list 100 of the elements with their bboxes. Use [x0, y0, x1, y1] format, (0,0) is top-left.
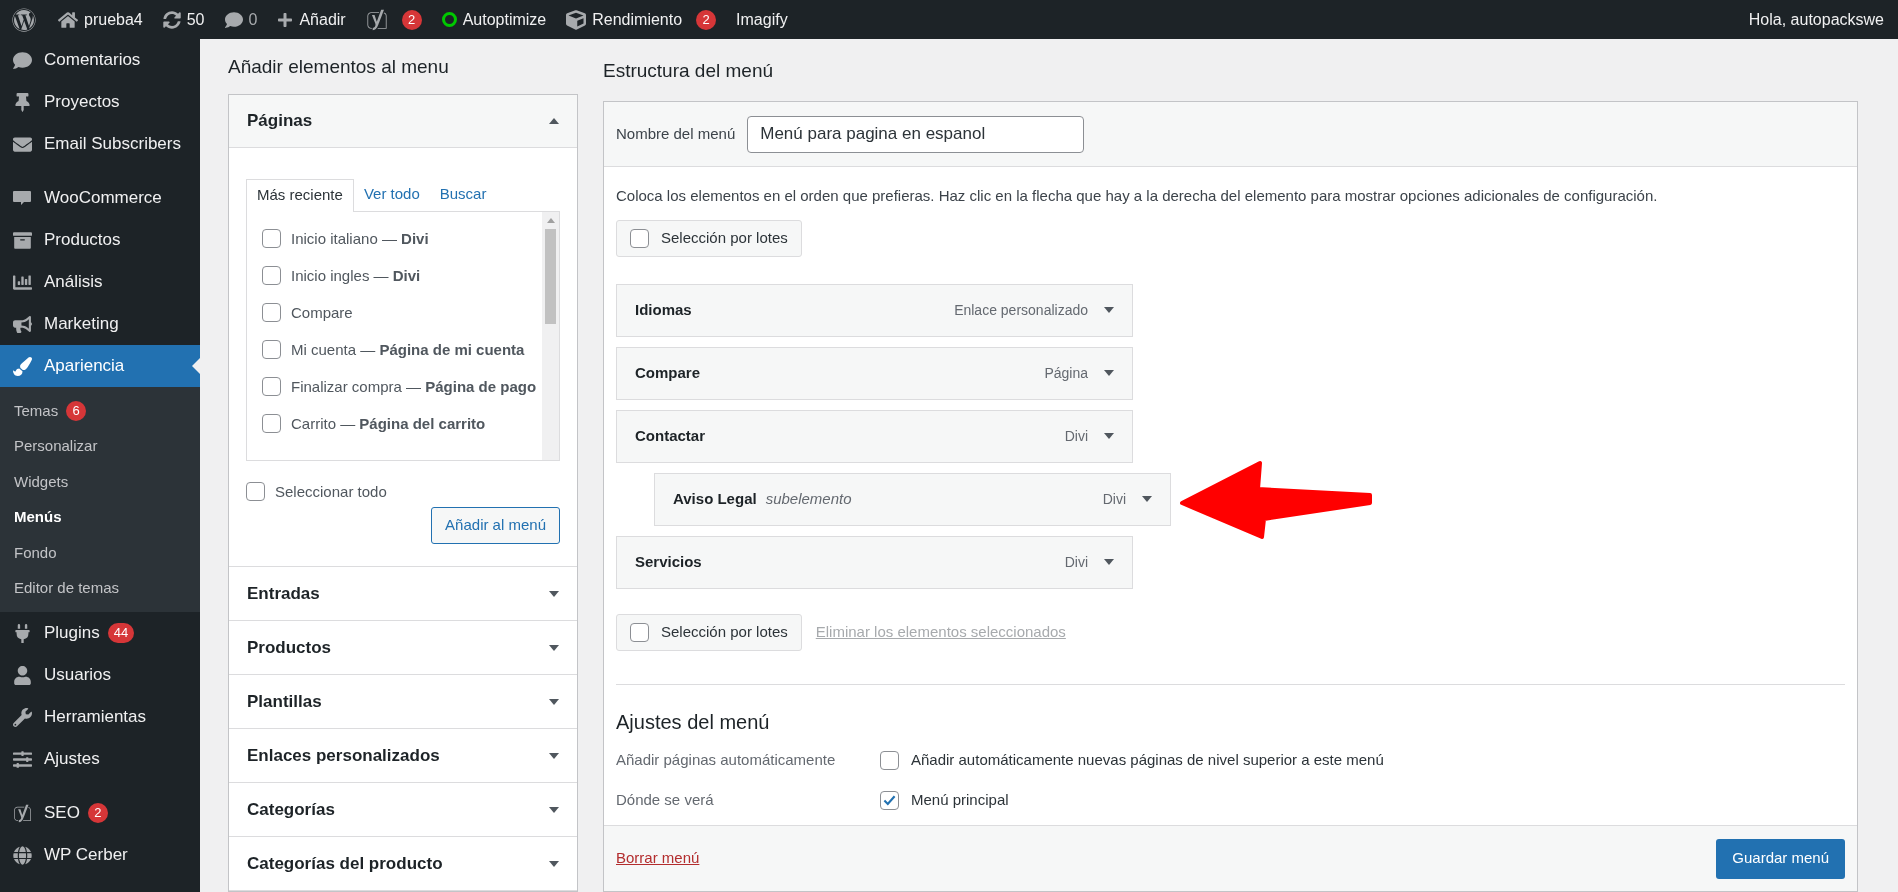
setting-option[interactable]: Añadir automáticamente nuevas páginas de nivel superior a este menú — [880, 749, 1384, 772]
sidebar-item[interactable]: Plugins 44 — [0, 612, 200, 654]
sidebar-item[interactable]: WooCommerce — [0, 177, 200, 219]
select-all-option[interactable]: Seleccionar todo — [246, 480, 560, 503]
checkbox[interactable] — [262, 377, 281, 397]
add-to-menu-button[interactable]: Añadir al menú — [431, 507, 560, 544]
yoast-icon — [365, 8, 388, 31]
yoast-link[interactable]: 2 — [355, 0, 432, 39]
cube-icon — [566, 9, 587, 30]
setting-label: Dónde se verá — [616, 790, 715, 811]
comment-icon — [10, 50, 34, 70]
updates-link[interactable]: 50 — [152, 0, 215, 39]
menu-name-field[interactable]: Menú para pagina en espanol — [747, 115, 1085, 153]
count-badge: 2 — [87, 803, 108, 823]
submenu-item[interactable]: Editor de temas — [0, 570, 200, 606]
sidebar-item[interactable]: WP Cerber — [0, 834, 200, 876]
sidebar-item[interactable]: Herramientas — [0, 696, 200, 738]
submenu-item[interactable]: Fondo — [0, 535, 200, 571]
active-pointer-icon — [192, 358, 200, 374]
instructions-text: Coloca los elementos en el orden que prefieras. Haz clic en la flecha que hay a la derecha del elemento para mostrar opciones adicionales de configuración. — [616, 186, 1659, 206]
sidebar-item[interactable]: Ajustes — [0, 738, 200, 780]
scrollbar[interactable] — [542, 211, 559, 460]
checkbox[interactable] — [880, 791, 899, 810]
menu-item-bar[interactable]: Compare Página — [616, 346, 1133, 400]
envelope-icon — [10, 134, 34, 154]
caret-icon — [549, 590, 559, 597]
submenu-item[interactable]: Temas 6 — [0, 393, 200, 429]
comments-link[interactable]: 0 — [214, 0, 268, 39]
sidebar-item[interactable]: Análisis — [0, 261, 200, 303]
sidebar-item[interactable]: Email Subscribers — [0, 123, 200, 165]
menu-item-title: Contactar — [635, 425, 705, 446]
save-menu-button[interactable]: Guardar menú — [1716, 838, 1845, 879]
tab[interactable]: Ver todo — [353, 177, 430, 211]
page-option[interactable]: Mi cuenta — Página de mi cuenta — [262, 334, 542, 364]
sidebar-item[interactable]: Proyectos — [0, 81, 200, 123]
site-link[interactable]: prueba4 — [48, 0, 153, 39]
checkbox[interactable] — [246, 482, 265, 502]
menu-item-title: Servicios — [635, 551, 702, 572]
count-badge: 2 — [401, 9, 422, 30]
site-name: prueba4 — [84, 9, 143, 30]
submenu-item[interactable]: Menús — [0, 499, 200, 535]
caret-icon — [549, 644, 559, 651]
sidebar-item[interactable]: Productos — [0, 219, 200, 261]
bulk-select-control[interactable]: Selección por lotes — [616, 613, 802, 651]
page-option[interactable]: Compare — [262, 297, 542, 327]
setting-label: Añadir páginas automáticamente — [616, 750, 837, 771]
new-label: Añadir — [299, 9, 346, 30]
sidebar-item[interactable]: SEO 2 — [0, 792, 200, 834]
tab[interactable]: Más reciente — [246, 178, 354, 212]
accordion-header[interactable]: Páginas — [229, 94, 577, 148]
checkbox[interactable] — [262, 414, 281, 434]
plus-icon — [277, 11, 294, 28]
menu-item-type: Divi — [1064, 426, 1088, 446]
page-option[interactable]: Carrito — Página del carrito — [262, 408, 542, 438]
checkbox[interactable] — [630, 622, 649, 642]
sidebar-item[interactable]: Usuarios — [0, 654, 200, 696]
checkbox[interactable] — [880, 751, 899, 770]
submenu-item[interactable]: Widgets — [0, 464, 200, 500]
checkbox[interactable] — [262, 303, 281, 323]
performance-link[interactable]: Rendimiento 2 — [556, 0, 727, 39]
sidebar-item[interactable]: Apariencia — [0, 345, 200, 387]
delete-menu-link[interactable]: Borrar menú — [616, 847, 700, 870]
scroll-up-icon[interactable] — [546, 217, 555, 223]
menu-item-bar[interactable]: Servicios Divi — [616, 535, 1133, 589]
bulk-select-control[interactable]: Selección por lotes — [616, 219, 802, 257]
imagify-link[interactable]: Imagify — [726, 0, 798, 39]
menu-item-type: Divi — [1102, 489, 1126, 509]
setting-option[interactable]: Menú principal — [880, 789, 1009, 812]
wrench-icon — [10, 707, 34, 727]
globe-icon — [10, 845, 34, 865]
tab[interactable]: Buscar — [429, 177, 497, 211]
caret-icon — [549, 752, 559, 759]
checkbox[interactable] — [630, 228, 649, 248]
checkbox[interactable] — [262, 340, 281, 360]
menu-item-bar[interactable]: Idiomas Enlace personalizado — [616, 283, 1133, 337]
autoptimize-link[interactable]: Autoptimize — [431, 0, 557, 39]
caret-icon — [1104, 433, 1114, 439]
field-label: Nombre del menú — [616, 123, 736, 144]
page-option[interactable]: Inicio ingles — Divi — [262, 260, 542, 290]
menu-item-type: Divi — [1064, 552, 1088, 572]
count-badge: 2 — [696, 9, 717, 30]
caret-icon — [549, 806, 559, 813]
archive-icon — [10, 230, 34, 250]
new-link[interactable]: Añadir — [267, 0, 356, 39]
page-option[interactable]: Inicio italiano — Divi — [262, 223, 542, 253]
submenu-item[interactable]: Personalizar — [0, 428, 200, 464]
greeting-link[interactable]: Hola, autopackswe — [1738, 0, 1898, 39]
page-option[interactable]: Finalizar compra — Página de pago — [262, 371, 542, 401]
caret-icon — [549, 117, 559, 124]
comments-count: 0 — [248, 9, 258, 30]
menu-item-bar[interactable]: Aviso Legal subelemento Divi — [654, 472, 1171, 526]
caret-icon — [1104, 559, 1114, 565]
menu-item-title: Aviso Legal — [673, 488, 757, 509]
checkbox[interactable] — [262, 266, 281, 286]
sidebar-item[interactable]: Comentarios — [0, 39, 200, 81]
menu-item-bar[interactable]: Contactar Divi — [616, 409, 1133, 463]
checkbox[interactable] — [262, 229, 281, 249]
sidebar-item[interactable]: Marketing — [0, 303, 200, 345]
count-badge: 6 — [66, 400, 87, 421]
menu-item-type: Enlace personalizado — [954, 300, 1088, 320]
